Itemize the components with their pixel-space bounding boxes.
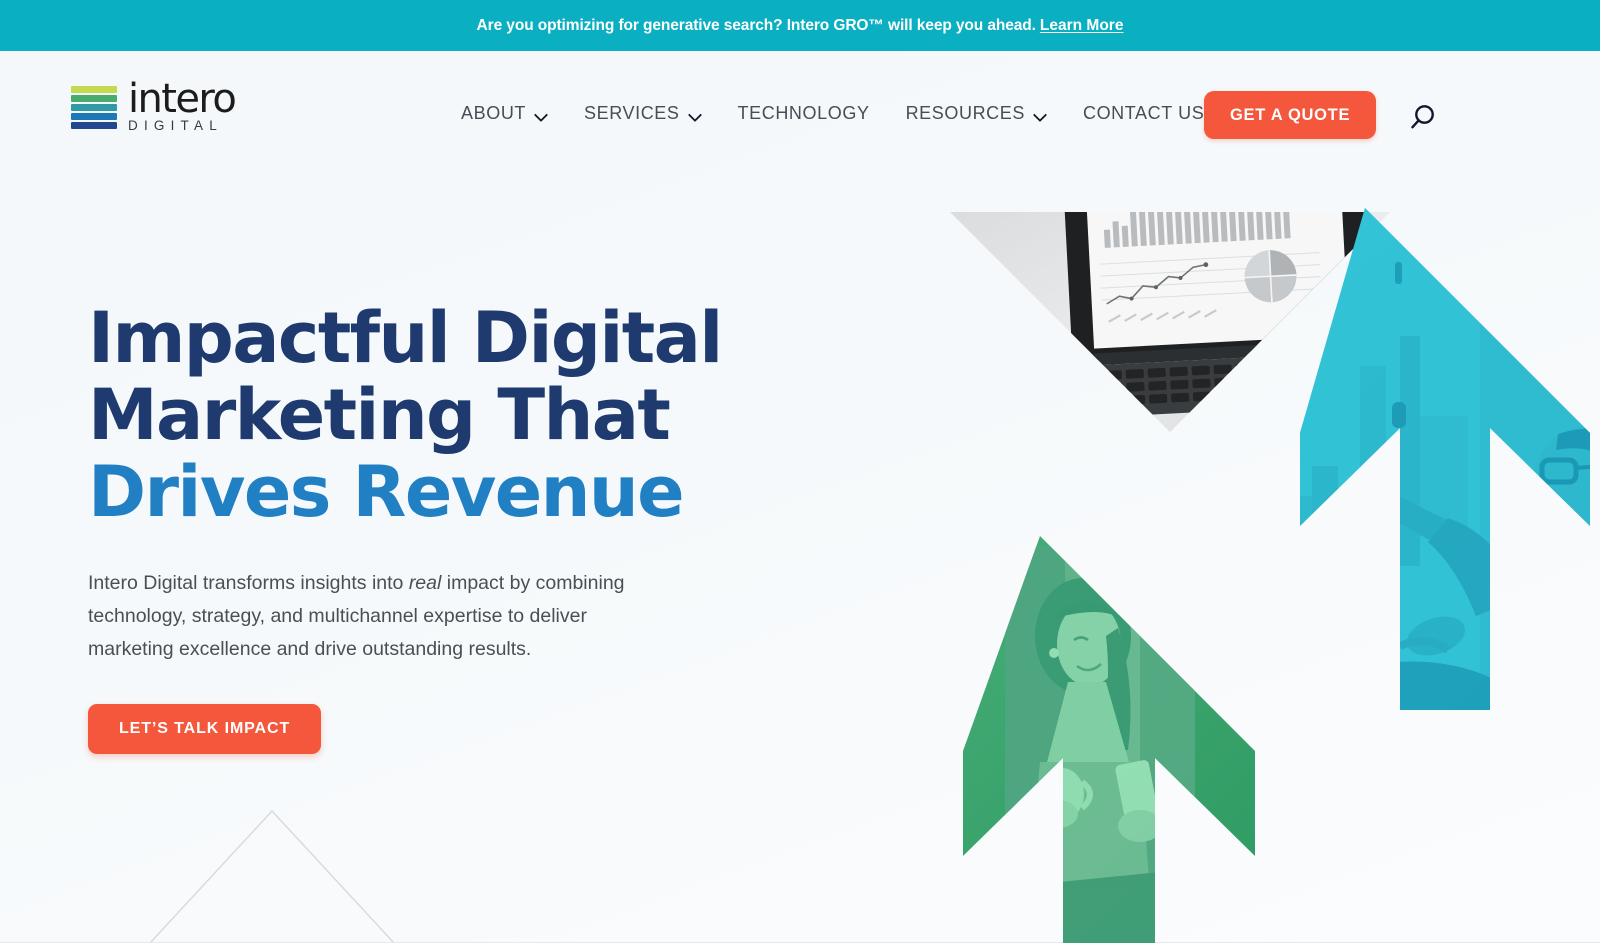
announcement-text: Are you optimizing for generative search… bbox=[476, 16, 1036, 34]
logo-bar-3 bbox=[71, 104, 117, 111]
nav-item-services[interactable]: SERVICES bbox=[566, 103, 720, 124]
logo-bar-4 bbox=[71, 113, 117, 120]
hero-paragraph-part1: Intero Digital transforms insights into bbox=[88, 572, 409, 594]
headline-line-2: Marketing That bbox=[88, 374, 671, 456]
logo-wordmark: intero DIGITAL bbox=[128, 76, 237, 134]
nav-label-about: ABOUT bbox=[461, 103, 527, 123]
logo-bar-2 bbox=[71, 95, 117, 102]
arrows-composition bbox=[950, 208, 1590, 943]
nav-item-contact-us[interactable]: CONTACT US bbox=[1065, 103, 1222, 124]
get-a-quote-button[interactable]: GET A QUOTE bbox=[1204, 91, 1377, 139]
headline-line-3: Drives Revenue bbox=[88, 451, 685, 533]
logo-bar-5 bbox=[71, 122, 117, 129]
site-header: intero DIGITAL ABOUT SERVICES TECHNOLOGY… bbox=[0, 51, 1600, 166]
headline-line-1: Impactful Digital bbox=[88, 297, 723, 379]
search-button[interactable] bbox=[1405, 101, 1439, 135]
logo-subtitle: DIGITAL bbox=[128, 118, 223, 133]
hero-paragraph: Intero Digital transforms insights into … bbox=[88, 567, 628, 666]
nav-item-about[interactable]: ABOUT bbox=[443, 103, 566, 124]
main-navigation: ABOUT SERVICES TECHNOLOGY RESOURCES CONT… bbox=[443, 103, 1222, 124]
nav-label-technology: TECHNOLOGY bbox=[737, 103, 870, 123]
announcement-bar: Are you optimizing for generative search… bbox=[0, 0, 1600, 51]
hero-content: Impactful Digital Marketing That Drives … bbox=[88, 300, 748, 754]
nav-item-resources[interactable]: RESOURCES bbox=[888, 103, 1065, 124]
hero-paragraph-emphasis: real bbox=[408, 572, 442, 594]
search-icon bbox=[1411, 105, 1434, 129]
teal-arrow bbox=[1300, 208, 1590, 710]
chevron-down-icon bbox=[689, 110, 702, 118]
lets-talk-impact-button[interactable]: LET’S TALK IMPACT bbox=[88, 704, 322, 754]
hero-page: Are you optimizing for generative search… bbox=[0, 0, 1600, 943]
nav-label-contact-us: CONTACT US bbox=[1082, 103, 1205, 123]
announcement-learn-more-link[interactable]: Learn More bbox=[1040, 17, 1124, 35]
chevron-down-icon bbox=[535, 110, 548, 118]
green-arrow bbox=[963, 536, 1255, 943]
chevron-down-icon bbox=[1034, 110, 1047, 118]
intero-digital-logo[interactable]: intero DIGITAL bbox=[71, 76, 237, 134]
decorative-chevron-outline bbox=[149, 809, 395, 943]
logo-name: intero bbox=[128, 76, 237, 122]
nav-label-services: SERVICES bbox=[584, 103, 680, 123]
nav-label-resources: RESOURCES bbox=[905, 103, 1025, 123]
logo-bars-icon bbox=[71, 86, 117, 129]
logo-bar-1 bbox=[71, 86, 117, 93]
page-title: Impactful Digital Marketing That Drives … bbox=[88, 300, 748, 531]
nav-item-technology[interactable]: TECHNOLOGY bbox=[720, 103, 888, 124]
hero-graphic bbox=[800, 166, 1600, 943]
